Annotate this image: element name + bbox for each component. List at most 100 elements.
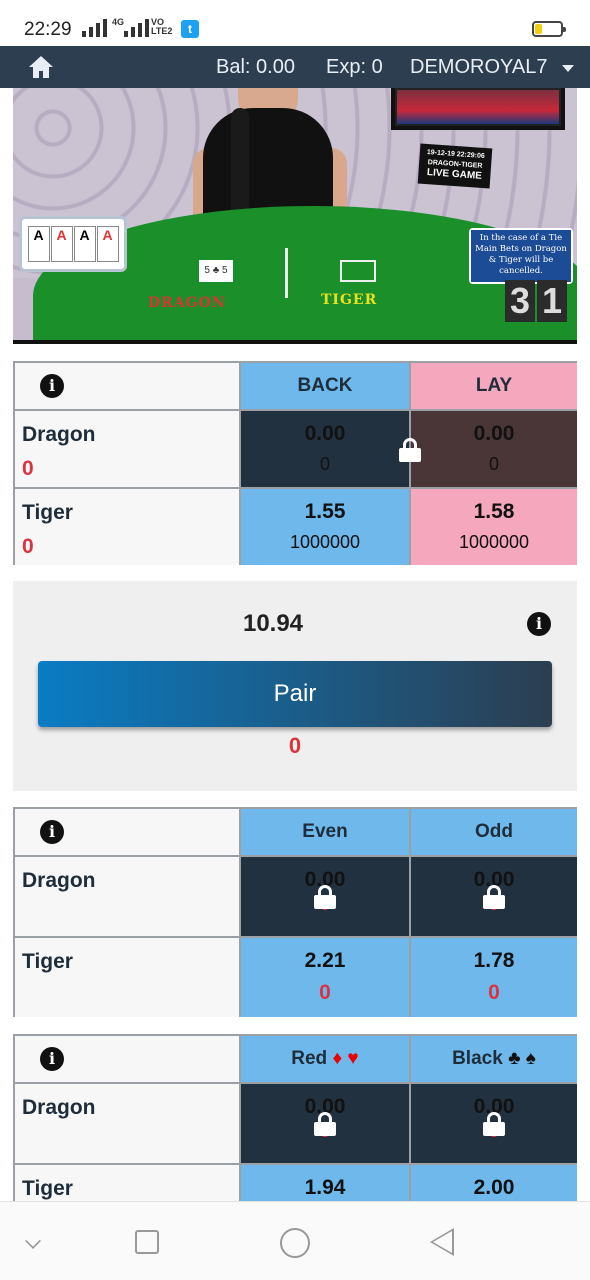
pair-button[interactable]: Pair bbox=[38, 661, 552, 727]
collapse-icon[interactable] bbox=[25, 1233, 41, 1249]
back-odds-dragon: 0.00 0 bbox=[241, 411, 409, 487]
header-black: Black ♣ ♠ bbox=[411, 1036, 577, 1082]
home-button-icon[interactable] bbox=[280, 1228, 310, 1258]
runner-name: Tiger bbox=[22, 950, 73, 973]
pl: 0 bbox=[319, 981, 331, 1004]
tiger-table-label: TIGER bbox=[321, 292, 378, 308]
live-video: 19-12-19 22:29:06 DRAGON-TIGER LIVE GAME… bbox=[13, 88, 577, 344]
odd-odds-dragon: 0.00 0 bbox=[411, 857, 577, 936]
pl: 0 bbox=[488, 981, 500, 1004]
pair-market: 10.94 i Pair 0 bbox=[13, 581, 577, 791]
volte-line2: LTE2 bbox=[151, 26, 173, 36]
countdown-timer: 3 1 bbox=[505, 280, 567, 322]
header-red-label: Red bbox=[291, 1048, 328, 1069]
live-game-badge: 19-12-19 22:29:06 DRAGON-TIGER LIVE GAME bbox=[417, 143, 493, 189]
tie-notice: In the case of a Tie Main Bets on Dragon… bbox=[469, 228, 573, 284]
market-header-info: i bbox=[15, 363, 239, 409]
signal-2-icon bbox=[124, 19, 149, 37]
info-icon[interactable]: i bbox=[40, 1047, 64, 1071]
ace-card: A bbox=[50, 226, 73, 262]
volume: 1000000 bbox=[289, 532, 361, 552]
recents-icon[interactable] bbox=[135, 1230, 159, 1254]
ace-card: A bbox=[27, 226, 50, 262]
home-icon[interactable] bbox=[28, 55, 54, 79]
main-market: i BACK LAY Dragon 0 0.00 0 0.00 0 Tiger … bbox=[13, 361, 577, 565]
volume: 0 bbox=[488, 454, 499, 474]
ace-card: A bbox=[96, 226, 119, 262]
table-divider bbox=[285, 248, 288, 298]
black-suits-icon: ♣ ♠ bbox=[508, 1048, 536, 1069]
exposure: Exp: 0 bbox=[326, 56, 383, 78]
runner-name: Tiger bbox=[22, 501, 73, 524]
odd-odds-tiger[interactable]: 1.78 0 bbox=[411, 938, 577, 1017]
timer-digit: 3 bbox=[505, 280, 535, 322]
even-odd-market: i Even Odd Dragon 0.00 0 0.00 0 Tiger 2.… bbox=[13, 807, 577, 1017]
twitter-icon: t bbox=[181, 20, 199, 38]
even-odds-dragon: 0.00 0 bbox=[241, 857, 409, 936]
timer-digit: 1 bbox=[537, 280, 567, 322]
lock-icon bbox=[314, 1112, 336, 1136]
even-odds-tiger[interactable]: 2.21 0 bbox=[241, 938, 409, 1017]
back-icon[interactable] bbox=[430, 1228, 454, 1256]
runner-pl: 0 bbox=[22, 535, 34, 558]
color-market: i Red ♦ ♥ Black ♣ ♠ Dragon 0.00 0 0.00 0… bbox=[13, 1034, 577, 1214]
header-odd: Odd bbox=[411, 809, 577, 855]
top-nav: Bal: 0.00 Exp: 0 DEMOROYAL7 bbox=[0, 46, 590, 88]
network-type: 4G bbox=[112, 17, 125, 27]
runner-name: Dragon bbox=[22, 869, 96, 892]
lay-odds-tiger[interactable]: 1.58 1000000 bbox=[411, 489, 577, 565]
runner-tiger: Tiger bbox=[15, 938, 239, 1017]
odds: 1.78 bbox=[473, 949, 515, 972]
market-header-info: i bbox=[15, 1036, 239, 1082]
lock-icon bbox=[399, 438, 421, 462]
odds: 1.94 bbox=[304, 1176, 346, 1199]
info-icon[interactable]: i bbox=[40, 820, 64, 844]
runner-dragon: Dragon bbox=[15, 857, 239, 936]
system-nav-bar bbox=[0, 1201, 590, 1280]
tv-screen bbox=[391, 88, 565, 130]
chevron-down-icon[interactable] bbox=[562, 65, 574, 72]
runner-name: Dragon bbox=[22, 1096, 96, 1119]
odds: 2.21 bbox=[304, 949, 346, 972]
black-odds-dragon: 0.00 0 bbox=[411, 1084, 577, 1163]
live-badge-date: 19-12-19 22:29:06 bbox=[426, 149, 485, 161]
red-odds-dragon: 0.00 0 bbox=[241, 1084, 409, 1163]
header-even: Even bbox=[241, 809, 409, 855]
runner-pl: 0 bbox=[22, 457, 34, 480]
header-black-label: Black bbox=[452, 1048, 503, 1069]
volume: 1000000 bbox=[458, 532, 530, 552]
user-menu[interactable]: DEMOROYAL7 bbox=[410, 56, 547, 79]
odds: 1.58 bbox=[473, 500, 515, 523]
info-icon[interactable]: i bbox=[40, 374, 64, 398]
red-suits-icon: ♦ ♥ bbox=[332, 1048, 359, 1069]
ace-card: A bbox=[73, 226, 96, 262]
header-lay: LAY bbox=[411, 363, 577, 409]
runner-dragon: Dragon 0 bbox=[15, 411, 239, 487]
lock-icon bbox=[483, 885, 505, 909]
lock-icon bbox=[314, 885, 336, 909]
odds: 0.00 bbox=[473, 422, 515, 445]
status-bar: 22:29 4G VO LTE2 t bbox=[0, 0, 590, 46]
volte-icon: VO LTE2 bbox=[151, 18, 172, 36]
market-header-info: i bbox=[15, 809, 239, 855]
aces-display: A A A A bbox=[19, 216, 127, 272]
header-back: BACK bbox=[241, 363, 409, 409]
info-icon[interactable]: i bbox=[527, 612, 551, 636]
lock-icon bbox=[483, 1112, 505, 1136]
runner-name: Tiger bbox=[22, 1177, 73, 1200]
volume: 0 bbox=[319, 454, 330, 474]
balance: Bal: 0.00 bbox=[216, 56, 295, 78]
pair-odds: 10.94 bbox=[242, 610, 304, 637]
lay-odds-dragon: 0.00 0 bbox=[411, 411, 577, 487]
tiger-card-box bbox=[340, 260, 376, 282]
pair-pl: 0 bbox=[288, 733, 302, 758]
video-border bbox=[13, 340, 577, 344]
back-odds-tiger[interactable]: 1.55 1000000 bbox=[241, 489, 409, 565]
runner-tiger: Tiger 0 bbox=[15, 489, 239, 565]
battery-fill bbox=[535, 24, 542, 34]
dragon-table-label: DRAGON bbox=[148, 295, 226, 311]
tie-notice-text: In the case of a Tie Main Bets on Dragon… bbox=[471, 230, 571, 282]
odds: 1.55 bbox=[304, 500, 346, 523]
header-red: Red ♦ ♥ bbox=[241, 1036, 409, 1082]
odds: 2.00 bbox=[473, 1176, 515, 1199]
